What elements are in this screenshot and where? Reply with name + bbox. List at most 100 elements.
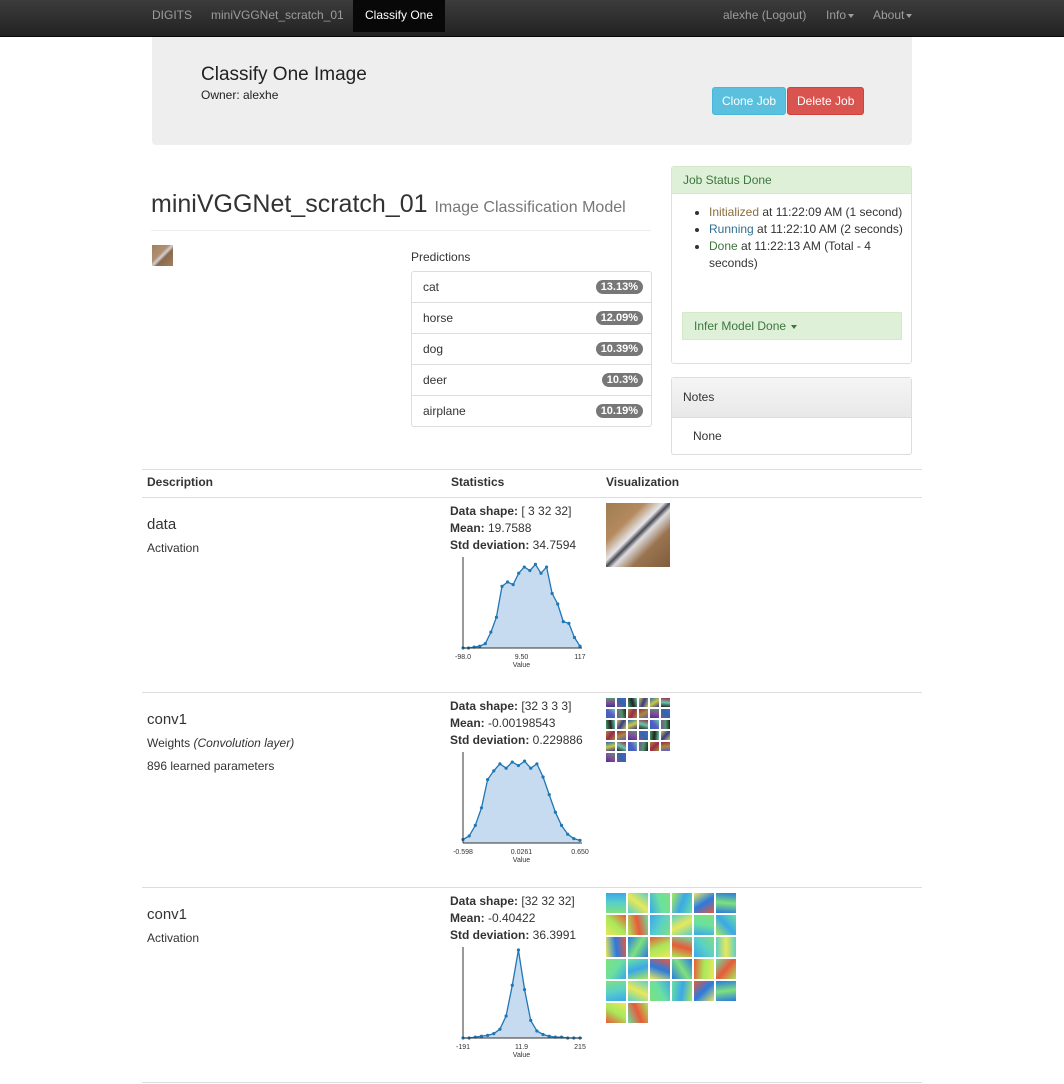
stat-mean-value: 19.7588 bbox=[484, 521, 532, 535]
prediction-label: deer bbox=[423, 373, 448, 387]
visualization-tile bbox=[694, 915, 714, 935]
histogram-point bbox=[492, 1032, 496, 1036]
visualization-tile bbox=[650, 893, 670, 913]
visualization-tile bbox=[650, 959, 670, 979]
nav-brand-link[interactable]: DIGITS bbox=[152, 0, 192, 32]
stat-mean-value: -0.40422 bbox=[484, 911, 536, 925]
visualization-tile bbox=[617, 709, 626, 718]
layer-name: conv1 bbox=[147, 906, 188, 923]
visualization-tile bbox=[650, 731, 659, 740]
histogram-point bbox=[483, 642, 487, 646]
stat-std-label: Std deviation: bbox=[450, 538, 530, 552]
visualization-tile bbox=[639, 742, 648, 751]
histogram-point bbox=[522, 565, 526, 569]
status-state: Done bbox=[709, 239, 738, 253]
histogram-point bbox=[529, 1018, 533, 1022]
histogram-point bbox=[486, 778, 490, 782]
histogram-point bbox=[516, 763, 521, 768]
caret-down-icon bbox=[906, 13, 913, 18]
prediction-badge: 10.19% bbox=[595, 404, 643, 418]
visualization-tile bbox=[716, 937, 736, 957]
histogram-point bbox=[544, 565, 549, 569]
nav-about-label: About bbox=[873, 8, 905, 22]
stat-std: Std deviation: 0.229886 bbox=[450, 733, 583, 747]
table-top-rule bbox=[142, 469, 922, 470]
row-divider bbox=[142, 887, 922, 888]
prediction-row: dog 10.39% bbox=[412, 334, 651, 365]
visualization-tile bbox=[628, 981, 648, 1001]
divider bbox=[151, 230, 651, 231]
nav-about-dropdown[interactable]: About bbox=[873, 0, 913, 32]
visualization-tile bbox=[639, 731, 648, 740]
clone-job-button[interactable]: Clone Job bbox=[712, 87, 787, 115]
model-title: miniVGGNet_scratch_01 Image Classificati… bbox=[151, 190, 626, 219]
visualization-tile bbox=[716, 981, 736, 1001]
visualization-tile bbox=[639, 720, 648, 729]
histogram-point bbox=[547, 1034, 551, 1038]
histogram-point bbox=[567, 621, 571, 625]
histogram-point bbox=[529, 766, 533, 770]
histogram-point bbox=[498, 1027, 502, 1031]
prediction-row: deer 10.3% bbox=[412, 365, 651, 396]
histogram-point bbox=[541, 1032, 545, 1037]
histogram-point bbox=[478, 644, 482, 648]
stat-shape-label: Data shape: bbox=[450, 504, 519, 518]
status-time: at 11:22:10 AM (2 seconds) bbox=[753, 222, 903, 236]
nav-user-logout-link[interactable]: alexhe (Logout) bbox=[723, 0, 806, 32]
page-title: Classify One Image bbox=[201, 64, 367, 85]
visualization-tile bbox=[628, 893, 648, 913]
col-header-visualization: Visualization bbox=[606, 475, 680, 489]
visualization-tile bbox=[606, 742, 615, 751]
visualization-tile bbox=[606, 915, 626, 935]
visualization-tile bbox=[661, 720, 670, 729]
input-image-thumbnail bbox=[152, 245, 173, 266]
histogram-point bbox=[505, 580, 510, 584]
histogram-point bbox=[572, 837, 576, 841]
layer-kind-text: Weights bbox=[147, 736, 191, 750]
delete-job-button[interactable]: Delete Job bbox=[787, 87, 865, 115]
histogram-point bbox=[556, 602, 560, 606]
visualization-tile bbox=[650, 698, 659, 707]
histogram-point bbox=[535, 1029, 539, 1033]
stat-shape: Data shape: [32 3 3 3] bbox=[450, 699, 571, 713]
visualization-tile bbox=[606, 1003, 626, 1023]
infer-model-dropdown[interactable]: Infer Model Done bbox=[682, 312, 902, 340]
histogram-point bbox=[473, 823, 477, 827]
status-time: at 11:22:09 AM (1 second) bbox=[759, 205, 903, 219]
histogram-point bbox=[498, 762, 502, 766]
visualization-tile bbox=[617, 698, 626, 707]
col-header-statistics: Statistics bbox=[451, 475, 505, 489]
stat-shape-label: Data shape: bbox=[450, 699, 519, 713]
nav-classify-one-tab[interactable]: Classify One bbox=[353, 0, 446, 32]
stat-shape-label: Data shape: bbox=[450, 894, 519, 908]
stat-std-label: Std deviation: bbox=[450, 928, 530, 942]
visualization-tile bbox=[650, 742, 659, 751]
visualization-tile bbox=[606, 981, 626, 1001]
histogram-point bbox=[486, 1033, 490, 1037]
visualization-tile bbox=[628, 915, 648, 935]
histogram-chart: -98.0 9.50 117 Value bbox=[455, 557, 586, 669]
row-divider bbox=[142, 1082, 922, 1083]
layer-kind: Activation bbox=[147, 541, 200, 555]
histogram-point bbox=[547, 793, 551, 797]
layer-name: data bbox=[147, 516, 177, 533]
histogram-point bbox=[572, 635, 577, 640]
visualization-tile bbox=[650, 709, 659, 718]
visualization-tile bbox=[639, 709, 648, 718]
nav-info-label: Info bbox=[826, 8, 847, 22]
visualization-tile bbox=[606, 709, 615, 718]
model-name[interactable]: miniVGGNet_scratch_01 bbox=[151, 190, 428, 218]
notes-title: Notes bbox=[672, 378, 911, 418]
stat-std: Std deviation: 36.3991 bbox=[450, 928, 576, 942]
job-status-list: Initialized at 11:22:09 AM (1 second) Ru… bbox=[672, 204, 911, 272]
visualization-tile bbox=[628, 959, 648, 979]
visualization-tile bbox=[606, 720, 615, 729]
visualization-tile bbox=[716, 893, 736, 913]
visualization-tile bbox=[672, 937, 692, 957]
nav-info-dropdown[interactable]: Info bbox=[826, 0, 855, 32]
nav-model-link[interactable]: miniVGGNet_scratch_01 bbox=[211, 0, 344, 32]
job-status-panel: Job Status Done Initialized at 11:22:09 … bbox=[671, 166, 912, 364]
visualization-tile bbox=[650, 981, 670, 1001]
job-header-panel: Classify One Image Owner: alexhe Clone J… bbox=[152, 37, 912, 145]
visualization-tile bbox=[628, 1003, 648, 1023]
